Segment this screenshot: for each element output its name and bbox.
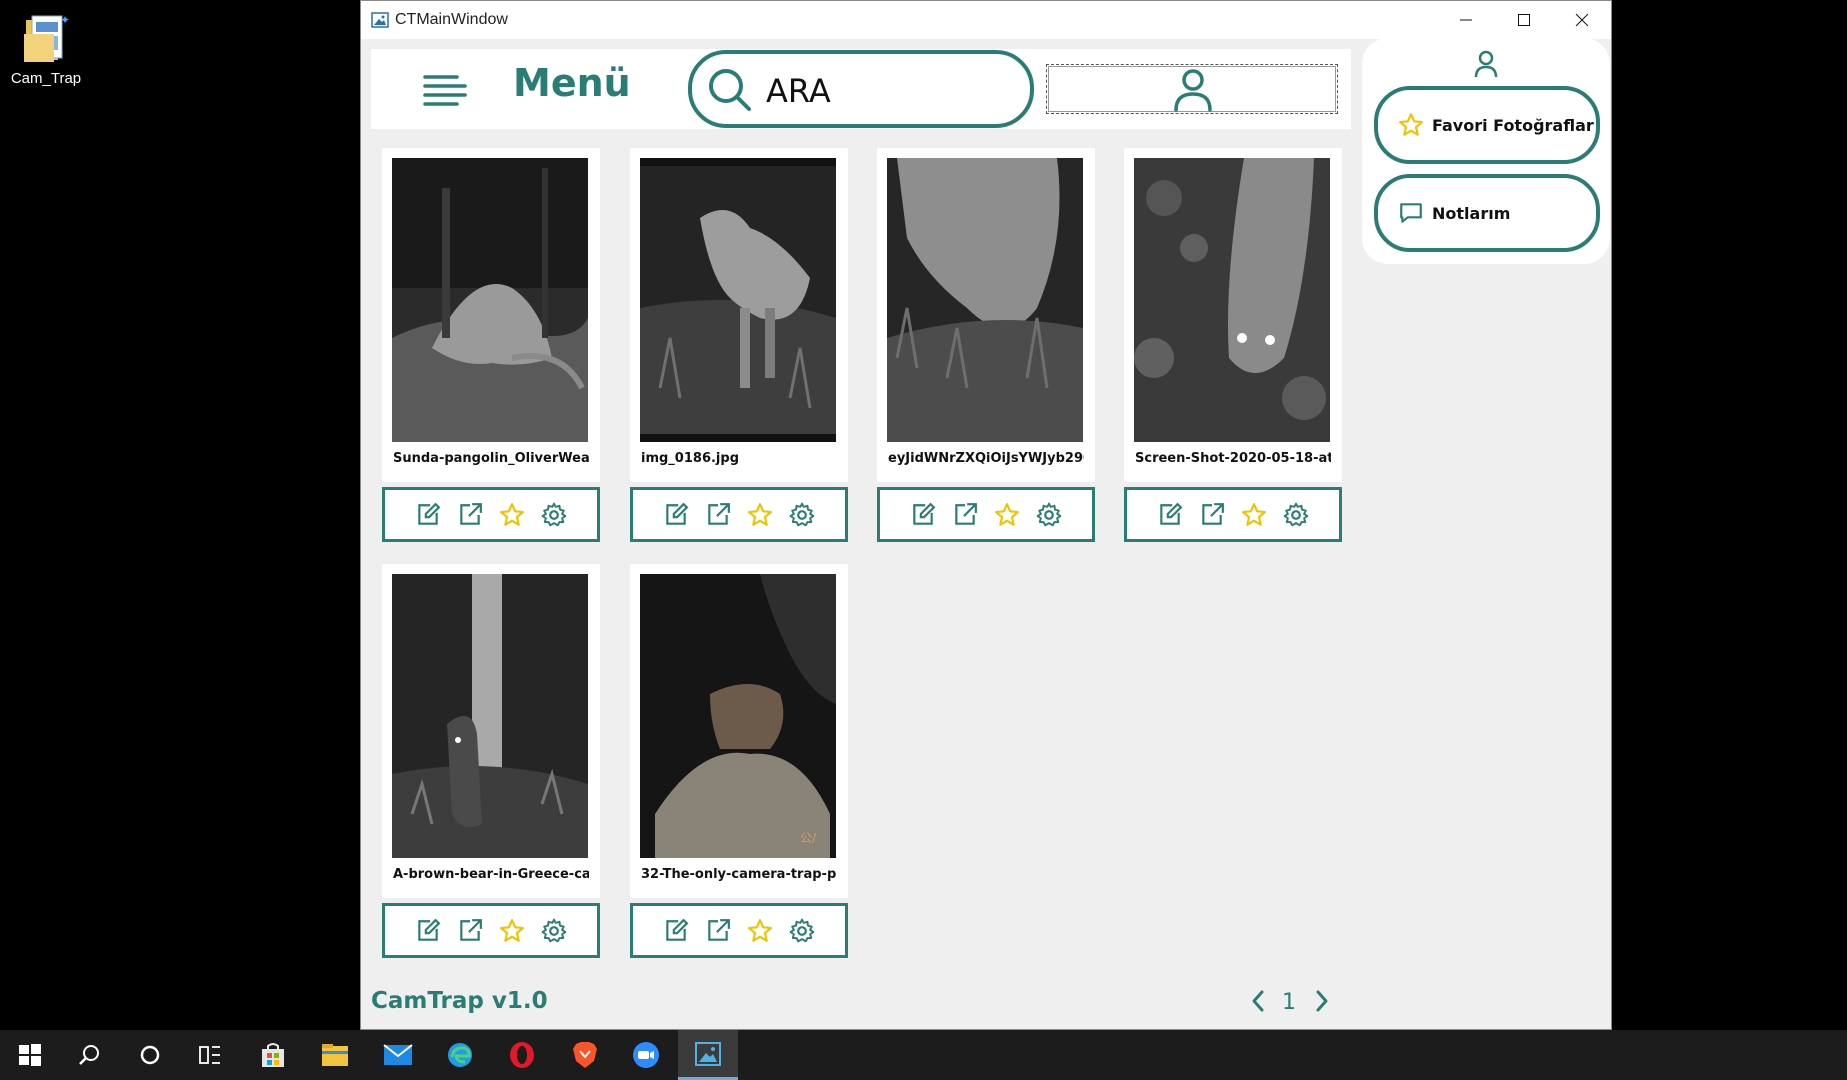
- edge-browser-icon[interactable]: [430, 1030, 490, 1080]
- desktop-icon-label: Cam_Trap: [10, 70, 82, 87]
- photo-filename: Sunda-pangolin_OliverWearn: [393, 451, 589, 466]
- camtrap-app-icon[interactable]: [678, 1030, 738, 1080]
- search-icon: [708, 68, 752, 112]
- open-external-icon[interactable]: [457, 918, 483, 944]
- photo-thumbnail[interactable]: [640, 158, 836, 442]
- chevron-right-icon[interactable]: [1312, 988, 1332, 1014]
- side-panel: Favori Fotoğraflar Notlarım: [1362, 38, 1610, 264]
- desktop-icon-cam-trap[interactable]: ✦ Cam_Trap: [10, 10, 82, 87]
- user-icon[interactable]: [1474, 50, 1498, 78]
- photo-actions: [630, 487, 848, 542]
- task-view-icon[interactable]: [180, 1030, 240, 1080]
- photo-card[interactable]: Screen-Shot-2020-05-18-at-1:: [1124, 148, 1342, 482]
- edit-icon[interactable]: [910, 502, 936, 528]
- menu-title[interactable]: Menü: [513, 61, 631, 105]
- brave-browser-icon[interactable]: [555, 1030, 615, 1080]
- search-icon[interactable]: [60, 1030, 120, 1080]
- photo-actions: [382, 487, 600, 542]
- chat-bubble-icon: [1398, 200, 1424, 226]
- favorites-button[interactable]: Favori Fotoğraflar: [1374, 86, 1600, 164]
- photo-thumbnail[interactable]: [392, 158, 588, 442]
- app-version-label: CamTrap v1.0: [371, 988, 548, 1014]
- photo-actions: [630, 903, 848, 958]
- photo-filename: img_0186.jpg: [641, 451, 739, 466]
- open-external-icon[interactable]: [457, 502, 483, 528]
- star-icon[interactable]: [499, 502, 525, 528]
- svg-text:✦: ✦: [60, 13, 70, 27]
- star-icon: [1398, 112, 1424, 138]
- hamburger-menu-icon[interactable]: [423, 73, 467, 107]
- star-icon[interactable]: [1241, 502, 1267, 528]
- favorites-label: Favori Fotoğraflar: [1432, 115, 1594, 135]
- photo-card[interactable]: img_0186.jpg: [630, 148, 848, 482]
- search-value: ARA: [766, 72, 831, 110]
- windows-start-icon[interactable]: [0, 1030, 60, 1080]
- search-input[interactable]: ARA: [688, 50, 1034, 128]
- folder-icon: ✦: [22, 10, 70, 66]
- photo-filename: A-brown-bear-in-Greece-caj: [393, 867, 589, 882]
- photo-filename: 32-The-only-camera-trap-pic: [641, 867, 837, 882]
- photo-actions: [1124, 487, 1342, 542]
- opera-browser-icon[interactable]: [492, 1030, 552, 1080]
- photo-actions: [382, 903, 600, 958]
- close-button[interactable]: [1553, 1, 1611, 39]
- mail-icon[interactable]: [368, 1030, 428, 1080]
- photo-filename: eyJidWNrZXQiOiJsYWJyb290c: [888, 451, 1084, 466]
- photo-thumbnail[interactable]: [1134, 158, 1330, 442]
- open-external-icon[interactable]: [705, 502, 731, 528]
- open-external-icon[interactable]: [1199, 502, 1225, 528]
- edit-icon[interactable]: [663, 502, 689, 528]
- star-icon[interactable]: [994, 502, 1020, 528]
- title-bar[interactable]: CTMainWindow: [361, 1, 1611, 39]
- edit-icon[interactable]: [415, 502, 441, 528]
- taskbar: [0, 1030, 1847, 1080]
- edit-icon[interactable]: [415, 918, 441, 944]
- star-icon[interactable]: [747, 502, 773, 528]
- user-profile-box[interactable]: [1046, 64, 1338, 114]
- window-title: CTMainWindow: [395, 11, 508, 28]
- photo-filename: Screen-Shot-2020-05-18-at-1:: [1135, 451, 1331, 466]
- user-icon: [1173, 68, 1213, 112]
- notes-button[interactable]: Notlarım: [1374, 174, 1600, 252]
- app-image-icon: [371, 12, 389, 28]
- chevron-left-icon[interactable]: [1248, 988, 1268, 1014]
- maximize-button[interactable]: [1495, 1, 1553, 39]
- file-explorer-icon[interactable]: [305, 1030, 365, 1080]
- settings-icon[interactable]: [789, 918, 815, 944]
- photo-card[interactable]: Sunda-pangolin_OliverWearn: [382, 148, 600, 482]
- minimize-button[interactable]: [1437, 1, 1495, 39]
- star-icon[interactable]: [747, 918, 773, 944]
- svg-text:公/: 公/: [800, 831, 817, 845]
- edit-icon[interactable]: [1157, 502, 1183, 528]
- settings-icon[interactable]: [541, 918, 567, 944]
- photo-card[interactable]: 公/ 32-The-only-camera-trap-pic: [630, 564, 848, 898]
- store-icon[interactable]: [243, 1030, 303, 1080]
- settings-icon[interactable]: [1283, 502, 1309, 528]
- photo-card[interactable]: eyJidWNrZXQiOiJsYWJyb290c: [877, 148, 1095, 482]
- page-number: 1: [1282, 990, 1296, 1015]
- notes-label: Notlarım: [1432, 203, 1511, 223]
- photo-card[interactable]: A-brown-bear-in-Greece-caj: [382, 564, 600, 898]
- star-icon[interactable]: [499, 918, 525, 944]
- settings-icon[interactable]: [541, 502, 567, 528]
- photo-actions: [877, 487, 1095, 542]
- photo-thumbnail[interactable]: [887, 158, 1083, 442]
- settings-icon[interactable]: [1036, 502, 1062, 528]
- photo-thumbnail[interactable]: [392, 574, 588, 858]
- zoom-icon[interactable]: [616, 1030, 676, 1080]
- open-external-icon[interactable]: [705, 918, 731, 944]
- photo-thumbnail[interactable]: 公/: [640, 574, 836, 858]
- settings-icon[interactable]: [789, 502, 815, 528]
- open-external-icon[interactable]: [952, 502, 978, 528]
- cortana-icon[interactable]: [120, 1030, 180, 1080]
- edit-icon[interactable]: [663, 918, 689, 944]
